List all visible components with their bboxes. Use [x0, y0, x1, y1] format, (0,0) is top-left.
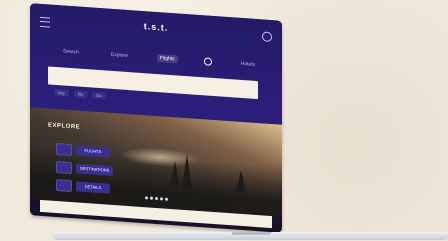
hero-action-row: FLIGHTS: [56, 143, 113, 159]
filter-pill[interactable]: Fly: [73, 90, 88, 99]
tree-silhouette: [236, 169, 246, 193]
carousel-dot[interactable]: [164, 197, 168, 201]
laptop-mockup: t.s.t. Search Explore Flights Hotels Any…: [8, 3, 448, 240]
hero-actions: FLIGHTS DESTINATIONS DETAILS: [56, 143, 114, 195]
app-logo: t.s.t.: [143, 21, 169, 33]
tree-silhouette: [182, 153, 192, 189]
circle-icon[interactable]: [203, 57, 212, 66]
plane-icon[interactable]: [56, 143, 72, 157]
destinations-button[interactable]: DESTINATIONS: [76, 163, 114, 177]
nav-item-explore[interactable]: Explore: [108, 51, 131, 61]
nav-item-search[interactable]: Search: [60, 47, 82, 57]
flights-button[interactable]: FLIGHTS: [76, 145, 110, 158]
app-header: t.s.t. Search Explore Flights Hotels Any…: [30, 3, 282, 125]
brand-row: t.s.t.: [40, 14, 272, 46]
filter-pills: Any Fly Go: [54, 88, 106, 100]
main-nav: Search Explore Flights Hotels: [60, 45, 258, 71]
laptop-notch: [231, 232, 272, 235]
hero-title: EXPLORE: [48, 122, 81, 131]
nav-item-flights[interactable]: Flights: [156, 54, 178, 64]
laptop-base: [51, 232, 448, 240]
laptop-screen: t.s.t. Search Explore Flights Hotels Any…: [30, 3, 282, 233]
hero-action-row: DESTINATIONS: [56, 161, 114, 177]
tree-silhouette: [170, 160, 180, 188]
carousel-dot[interactable]: [144, 196, 148, 200]
nav-item-hotels[interactable]: Hotels: [238, 60, 258, 69]
filter-pill[interactable]: Any: [54, 88, 69, 97]
gear-icon[interactable]: [262, 31, 272, 43]
carousel-dot[interactable]: [149, 196, 153, 200]
carousel-dot[interactable]: [154, 196, 158, 201]
map-icon[interactable]: [56, 161, 72, 175]
carousel-dot[interactable]: [159, 197, 163, 201]
filter-pill[interactable]: Go: [92, 91, 106, 100]
hero-banner: EXPLORE FLIGHTS DESTINATIONS DETAILS: [30, 107, 282, 217]
